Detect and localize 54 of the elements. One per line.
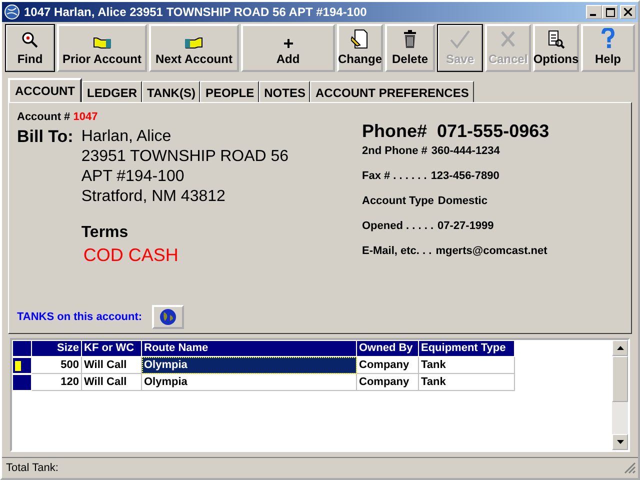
toolbar-button[interactable]: Delete	[385, 24, 435, 72]
column-header[interactable]: Owned By	[357, 340, 419, 357]
table-cell: Olympia	[142, 357, 357, 374]
table-cell: Company	[357, 374, 419, 391]
toolbar-button[interactable]: Add	[241, 24, 335, 72]
terms-value: COD CASH	[83, 245, 178, 265]
column-header[interactable]: Equipment Type	[419, 340, 515, 357]
toolbar-button[interactable]: Options	[533, 24, 579, 72]
detail-label: Opened . . . . .	[362, 220, 434, 234]
toolbar-button[interactable]: Find	[5, 24, 55, 72]
toolbar-button[interactable]: Change	[337, 24, 383, 72]
address-line: 23951 TOWNSHIP ROAD 56	[81, 147, 289, 167]
terms-label: Terms	[81, 223, 128, 243]
table-cell: 120	[32, 374, 82, 391]
table-cell: Tank	[419, 374, 515, 391]
phone-label: Phone#	[362, 121, 428, 142]
table-cell: Company	[357, 357, 419, 374]
table-row[interactable]: 120 Will Call Olympia Company Tank	[12, 374, 612, 391]
detail-value: 123-456-7890	[430, 170, 500, 184]
window-title: 1047 Harlan, Alice 23951 TOWNSHIP ROAD 56 APT #194-100	[24, 5, 368, 19]
column-header[interactable]: Size	[32, 340, 82, 357]
table-cell: 500	[32, 357, 82, 374]
detail-value: Domestic	[438, 195, 488, 209]
detail-value: 360-444-1234	[431, 145, 500, 159]
status-text: Total Tank:	[6, 462, 58, 474]
detail-value: mgerts@comcast.net	[436, 245, 548, 259]
table-cell: Tank	[419, 357, 515, 374]
account-number: 1047	[73, 111, 98, 123]
address-line: APT #194-100	[81, 167, 184, 187]
address-line: Stratford, NM 43812	[81, 187, 226, 207]
address-line: Harlan, Alice	[81, 127, 172, 147]
column-header[interactable]: KF or WC	[82, 340, 142, 357]
tab[interactable]: ACCOUNT PREFERENCES	[310, 81, 474, 102]
bill-to-label: Bill To:	[17, 127, 74, 148]
tab[interactable]: NOTES	[259, 81, 310, 102]
toolbar-button[interactable]: Prior Account	[57, 24, 147, 72]
detail-label: Fax # . . . . . .	[362, 170, 427, 184]
table-row[interactable]: 500 Will Call Olympia Company Tank	[12, 357, 612, 374]
detail-label: Account Type	[362, 195, 434, 209]
detail-label: E-Mail, etc. . .	[362, 245, 432, 259]
detail-label: 2nd Phone #	[362, 145, 428, 159]
phone-value: 071-555-0963	[437, 121, 550, 142]
tab[interactable]: ACCOUNT	[8, 78, 82, 102]
tab[interactable]: PEOPLE	[200, 81, 260, 102]
column-header[interactable]: Route Name	[142, 340, 357, 357]
table-cell: Will Call	[82, 374, 142, 391]
table-cell: Olympia	[142, 374, 357, 391]
tab[interactable]: TANK(S)	[142, 81, 200, 102]
tab[interactable]: LEDGER	[82, 81, 142, 102]
tanks-label: TANKS on this account:	[17, 311, 142, 323]
toolbar-button[interactable]: Next Account	[149, 24, 239, 72]
account-label: Account #	[17, 111, 70, 123]
detail-value: 07-27-1999	[438, 220, 494, 234]
toolbar-button[interactable]: Help	[581, 24, 635, 72]
